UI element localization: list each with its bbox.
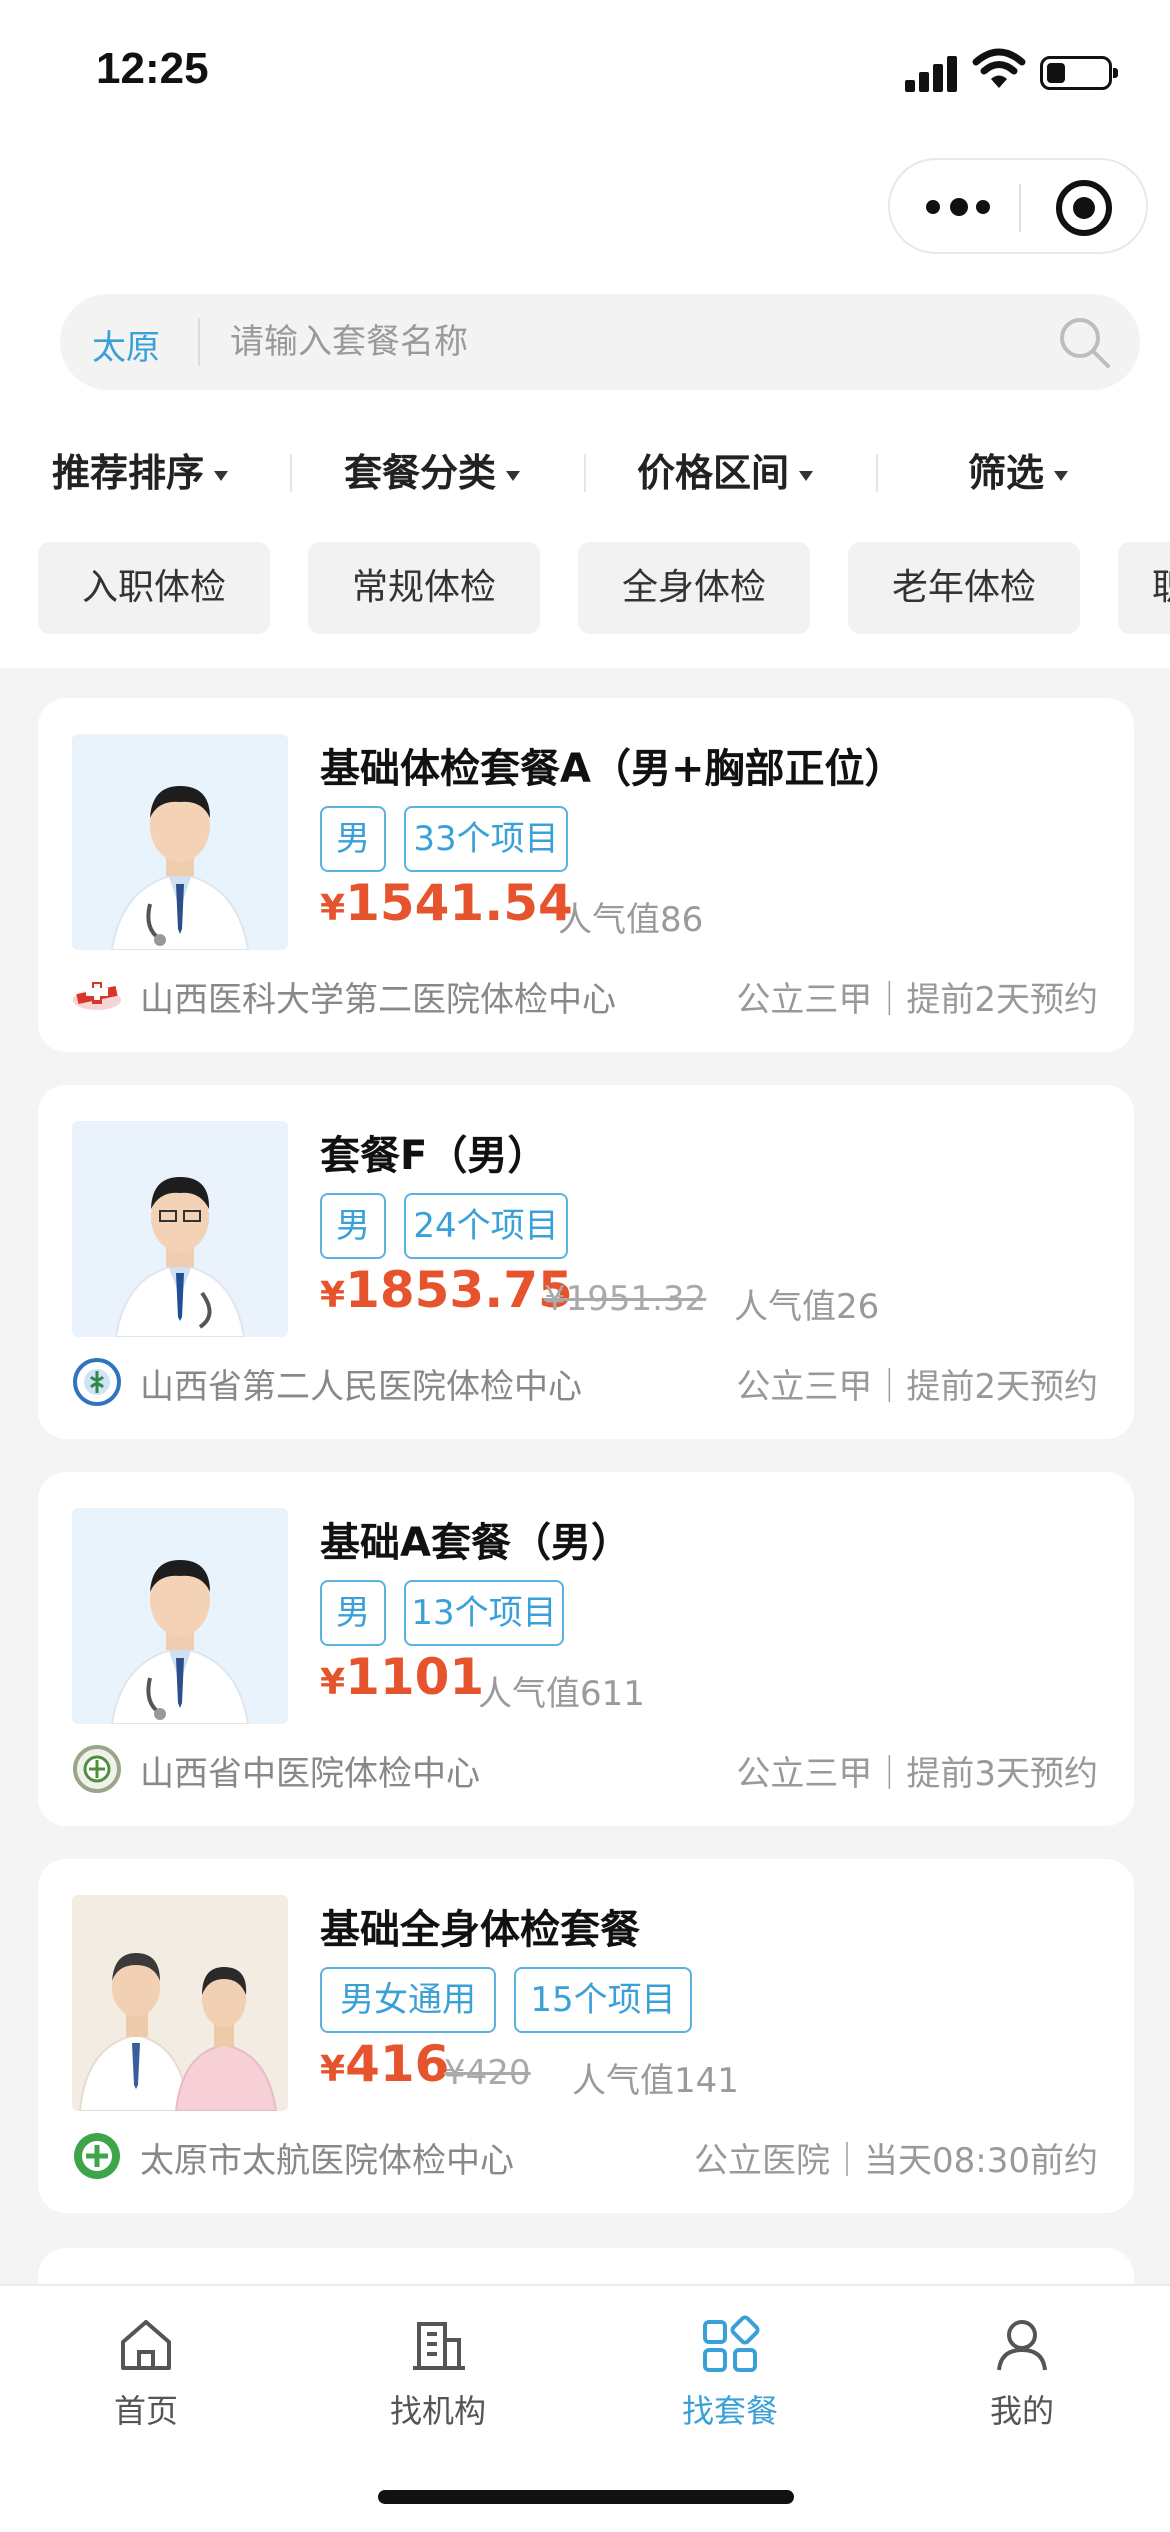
hospital-meta: 公立三甲｜提前3天预约 (736, 1754, 1098, 1794)
item-count-tag: 24个项目 (404, 1193, 568, 1259)
hospital-name: 山西省中医院体检中心 (140, 1754, 480, 1794)
tab-home[interactable]: 首页 (46, 2314, 246, 2434)
city-selector[interactable]: 太原 (92, 320, 160, 369)
dropdown-arrow-icon (1054, 470, 1069, 481)
wifi-icon (972, 48, 1026, 88)
popularity: 人气值26 (734, 1287, 880, 1327)
sort-filter-label: 筛选 (968, 451, 1045, 495)
battery-icon (1040, 56, 1118, 90)
hospital-meta: 公立医院｜当天08:30前约 (694, 2141, 1098, 2181)
tab-profile-label: 我的 (989, 2392, 1054, 2430)
price-value: 1541.54 (345, 874, 573, 932)
chip-routine-checkup[interactable]: 常规体检 (308, 542, 540, 634)
package-price: ¥1541.54 (320, 874, 573, 932)
user-icon (997, 2320, 1047, 2371)
hospital-meta: 公立三甲｜提前2天预约 (736, 980, 1098, 1020)
doctor-image (72, 734, 288, 950)
category-chips: 入职体检 常规体检 全身体检 老年体检 职 (0, 542, 1170, 634)
grid-icon (703, 2315, 760, 2372)
package-price: ¥1101 (320, 1648, 484, 1706)
mini-program-capsule (888, 158, 1148, 254)
search-input[interactable] (230, 314, 1050, 370)
package-card[interactable]: 套餐F（男） 男 24个项目 ¥1853.75 ¥1951.32 人气值26 山… (38, 1085, 1134, 1439)
original-price: ¥1951.32 (544, 1279, 707, 1319)
hospital-name: 山西省第二人民医院体检中心 (140, 1367, 582, 1407)
sort-divider (876, 454, 878, 492)
currency-symbol: ¥ (320, 1275, 346, 1316)
sort-category-label: 套餐分类 (344, 451, 497, 495)
package-card[interactable]: 基础体检套餐A（男+胸部正位） 男 33个项目 ¥1541.54 人气值86 山… (38, 698, 1134, 1052)
tab-institutions-label: 找机构 (389, 2392, 486, 2430)
chip-onboarding-checkup[interactable]: 入职体检 (38, 542, 270, 634)
item-count-tag: 13个项目 (404, 1580, 564, 1646)
dropdown-arrow-icon (214, 470, 229, 481)
price-value: 1853.75 (345, 1261, 573, 1319)
package-title: 基础全身体检套餐 (320, 1907, 640, 1953)
hospital-meta: 公立三甲｜提前2天预约 (736, 1367, 1098, 1407)
item-count-tag: 15个项目 (514, 1967, 692, 2033)
tab-packages-label: 找套餐 (681, 2392, 778, 2430)
sort-recommend-label: 推荐排序 (52, 451, 205, 495)
original-price: ¥420 (444, 2053, 531, 2093)
dropdown-arrow-icon (506, 470, 521, 481)
package-title: 套餐F（男） (320, 1133, 548, 1179)
currency-symbol: ¥ (320, 1662, 346, 1703)
tab-home-label: 首页 (113, 2392, 178, 2430)
price-value: 1101 (345, 1648, 485, 1706)
hospital-logo-icon (73, 982, 121, 1010)
price-value: 416 (345, 2035, 450, 2093)
chip-partial[interactable]: 职 (1118, 542, 1170, 634)
popularity: 人气值86 (558, 900, 704, 940)
popularity: 人气值141 (572, 2061, 739, 2101)
gender-tag: 男 (320, 806, 386, 872)
popularity: 人气值611 (478, 1674, 645, 1714)
package-price: ¥416 (320, 2035, 449, 2093)
tab-profile[interactable]: 我的 (922, 2314, 1122, 2434)
more-icon[interactable] (926, 190, 996, 226)
search-icon[interactable] (1056, 314, 1112, 370)
dropdown-arrow-icon (799, 470, 814, 481)
tab-packages[interactable]: 找套餐 (630, 2314, 830, 2434)
package-title: 基础体检套餐A（男+胸部正位） (320, 746, 905, 792)
signal-icon (905, 54, 961, 92)
sort-bar: 推荐排序 套餐分类 价格区间 筛选 (0, 440, 1170, 506)
currency-symbol: ¥ (320, 888, 346, 929)
chip-elderly-checkup[interactable]: 老年体检 (848, 542, 1080, 634)
hospital-logo-icon (73, 1745, 121, 1793)
home-icon (121, 2320, 171, 2370)
hospital-logo-icon (73, 1358, 121, 1406)
package-title: 基础A套餐（男） (320, 1520, 631, 1566)
package-price: ¥1853.75 (320, 1261, 573, 1319)
hospital-name: 太原市太航医院体检中心 (140, 2141, 514, 2181)
hospital-logo-icon (74, 2133, 120, 2179)
currency-symbol: ¥ (320, 2049, 346, 2090)
sort-price-range[interactable]: 价格区间 (637, 440, 814, 506)
doctor-image (72, 1121, 288, 1337)
gender-tag: 男女通用 (320, 1967, 496, 2033)
package-card[interactable]: 基础全身体检套餐 男女通用 15个项目 ¥416 ¥420 人气值141 太原市… (38, 1859, 1134, 2213)
sort-price-label: 价格区间 (637, 451, 790, 495)
capsule-divider (1019, 184, 1021, 232)
doctors-image (72, 1895, 288, 2111)
sort-filter[interactable]: 筛选 (968, 440, 1069, 506)
sort-divider (290, 454, 292, 492)
building-icon (413, 2322, 465, 2370)
sort-recommend[interactable]: 推荐排序 (52, 440, 229, 506)
close-target-icon[interactable] (1056, 180, 1112, 236)
sort-divider (584, 454, 586, 492)
tab-institutions[interactable]: 找机构 (338, 2314, 538, 2434)
package-card[interactable]: 基础A套餐（男） 男 13个项目 ¥1101 人气值611 山西省中医院体检中心… (38, 1472, 1134, 1826)
item-count-tag: 33个项目 (404, 806, 568, 872)
doctor-image (72, 1508, 288, 1724)
chip-full-body-checkup[interactable]: 全身体检 (578, 542, 810, 634)
gender-tag: 男 (320, 1193, 386, 1259)
home-indicator (378, 2490, 794, 2504)
gender-tag: 男 (320, 1580, 386, 1646)
status-time: 12:25 (96, 44, 209, 93)
sort-category[interactable]: 套餐分类 (344, 440, 521, 506)
search-bar: 太原 (60, 294, 1140, 390)
search-divider (198, 318, 200, 366)
hospital-name: 山西医科大学第二医院体检中心 (140, 980, 616, 1020)
